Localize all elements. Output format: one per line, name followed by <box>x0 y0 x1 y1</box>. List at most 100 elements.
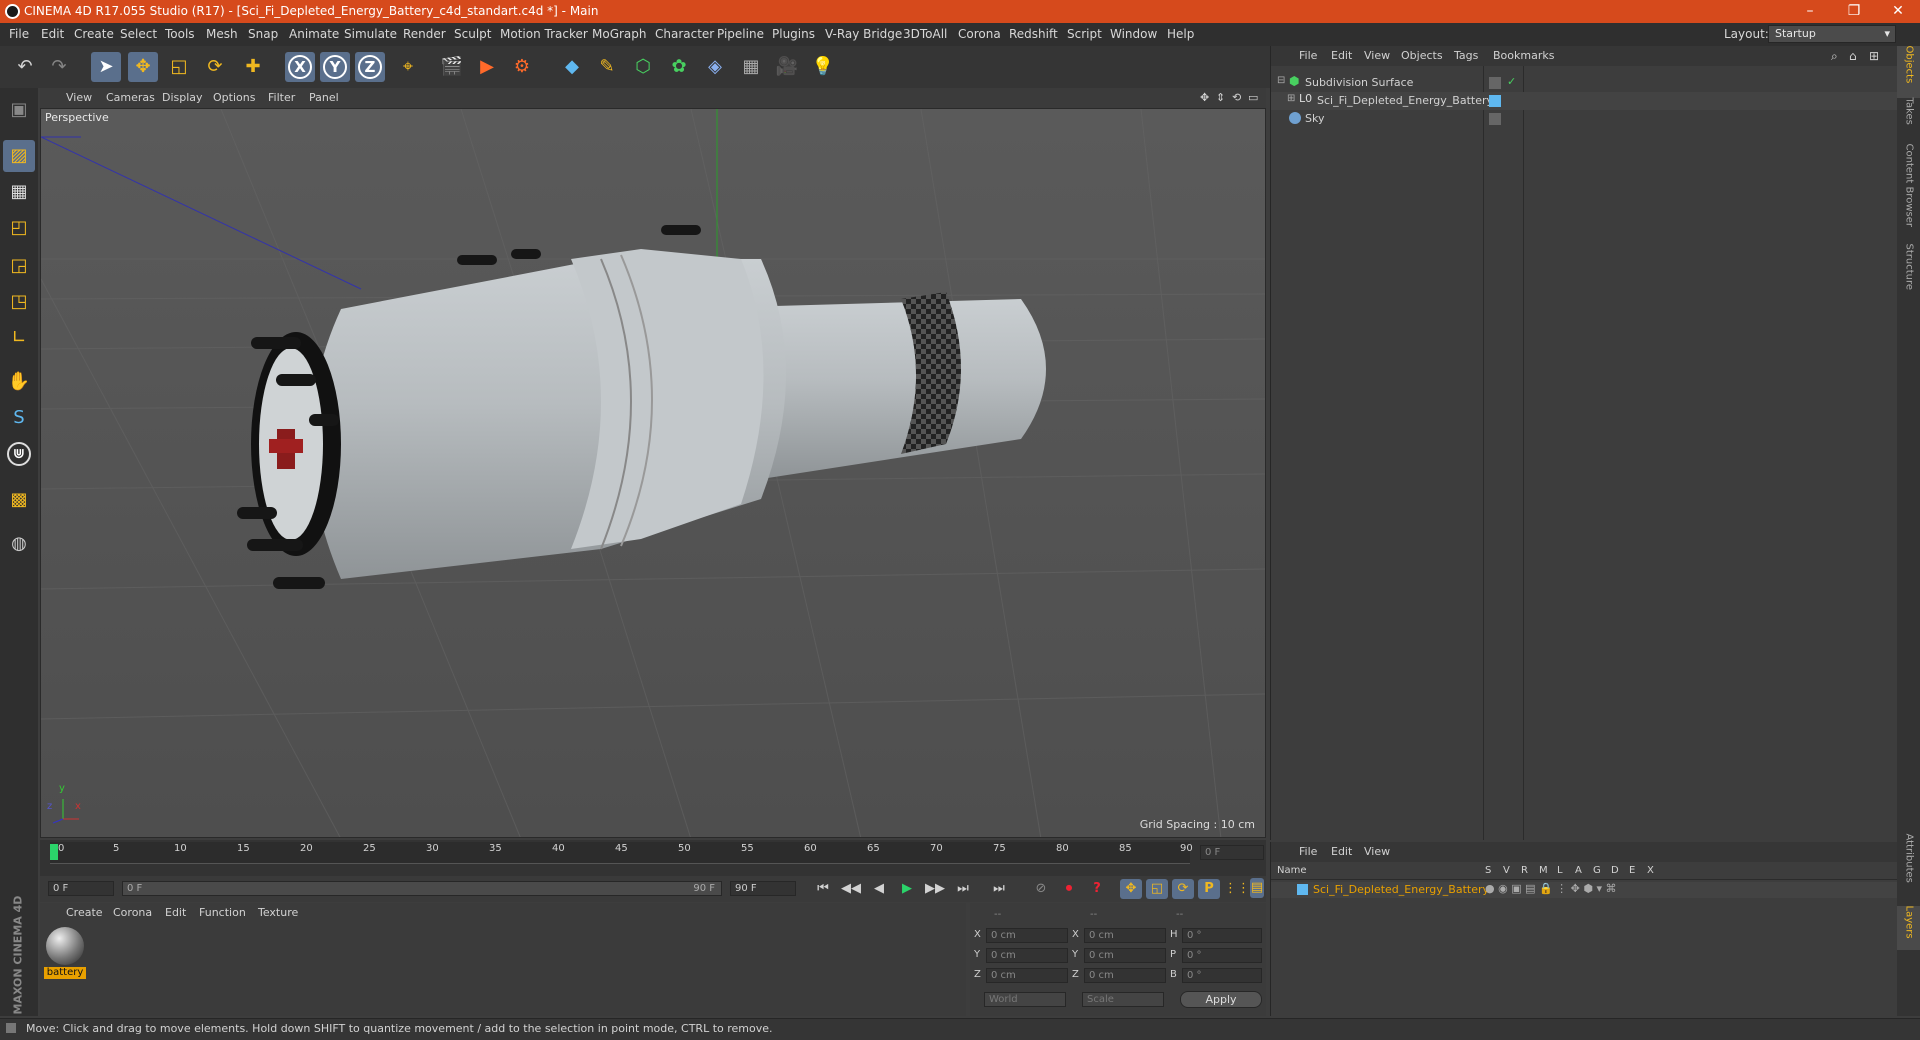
y-axis-lock-button[interactable]: Y <box>320 52 350 82</box>
layer-toggle-icons[interactable]: ● ◉ ▣ ▤ 🔒 ⋮ ✥ ⬢ ▾ ⌘ <box>1485 882 1617 895</box>
live-select-button[interactable]: ➤ <box>91 52 121 82</box>
z-axis-lock-button[interactable]: Z <box>355 52 385 82</box>
perspective-viewport[interactable]: y x z Perspective Grid Spacing : 10 cm <box>40 108 1266 838</box>
menu-select[interactable]: Select <box>120 27 157 41</box>
menu-script[interactable]: Script <box>1067 27 1102 41</box>
tab-structure[interactable]: Structure <box>1904 244 1915 300</box>
texture-mode-button[interactable]: ▦ <box>3 176 35 208</box>
playhead[interactable] <box>50 844 58 860</box>
menu-simulate[interactable]: Simulate <box>344 27 397 41</box>
expand-icon[interactable]: ⊞ <box>1287 93 1295 104</box>
material-menu-corona[interactable]: Corona <box>113 906 152 919</box>
menu-pipeline[interactable]: Pipeline <box>717 27 764 41</box>
material-menu-create[interactable]: Create <box>66 906 103 919</box>
rot-h-field[interactable]: 0 ° <box>1182 928 1262 943</box>
tab-takes[interactable]: Takes <box>1904 98 1915 142</box>
layers-menu-edit[interactable]: Edit <box>1331 845 1352 858</box>
workplane-mode-button[interactable]: ◰ <box>3 212 35 244</box>
menu-help[interactable]: Help <box>1167 27 1194 41</box>
menu-tools[interactable]: Tools <box>165 27 195 41</box>
go-to-start-button[interactable]: ⏮ <box>812 879 834 899</box>
menu-render[interactable]: Render <box>403 27 446 41</box>
tweak-mode-button[interactable]: S <box>3 402 35 434</box>
rotate-tool-button[interactable]: ⟳ <box>200 52 230 82</box>
points-mode-button[interactable]: ◲ <box>3 250 35 282</box>
next-key-button[interactable]: ⏭ <box>952 879 974 899</box>
move-tool-button[interactable]: ✥ <box>128 52 158 82</box>
rot-p-field[interactable]: 0 ° <box>1182 948 1262 963</box>
viewport-maximize-icon[interactable]: ▭ <box>1248 91 1258 104</box>
size-x-field[interactable]: 0 cm <box>1084 928 1166 943</box>
model-mode-button[interactable]: ▨ <box>3 140 35 172</box>
viewport-menu-cameras[interactable]: Cameras <box>106 91 155 104</box>
menu-3dtoall[interactable]: 3DToAll <box>903 27 947 41</box>
viewport-menu-display[interactable]: Display <box>162 91 203 104</box>
objects-menu-bookmarks[interactable]: Bookmarks <box>1493 49 1554 62</box>
previous-frame-button[interactable]: ◀ <box>868 879 890 899</box>
tab-layers[interactable]: Layers <box>1904 906 1915 950</box>
menu-plugins[interactable]: Plugins <box>772 27 815 41</box>
add-spline-pen-button[interactable]: ✎ <box>592 52 622 82</box>
menu-motion-tracker[interactable]: Motion Tracker <box>500 27 588 41</box>
tab-content-browser[interactable]: Content Browser <box>1904 144 1915 240</box>
menu-animate[interactable]: Animate <box>289 27 339 41</box>
menu-sculpt[interactable]: Sculpt <box>454 27 491 41</box>
object-row-battery[interactable]: ⊞ L0 Sci_Fi_Depleted_Energy_Battery <box>1271 92 1897 110</box>
menu-mograph[interactable]: MoGraph <box>592 27 647 41</box>
menu-window[interactable]: Window <box>1110 27 1157 41</box>
object-row-subdivision[interactable]: ⊟ ⬢ Subdivision Surface ✓ <box>1271 74 1897 92</box>
record-active-objects-button[interactable]: ⏺ <box>1058 879 1080 899</box>
layer-color-swatch[interactable] <box>1297 884 1308 895</box>
objects-menu-edit[interactable]: Edit <box>1331 49 1352 62</box>
close-button[interactable]: ✕ <box>1876 0 1920 23</box>
layer-row[interactable]: Sci_Fi_Depleted_Energy_Battery ● ◉ ▣ ▤ 🔒… <box>1271 882 1897 898</box>
size-y-field[interactable]: 0 cm <box>1084 948 1166 963</box>
layers-menu-view[interactable]: View <box>1364 845 1390 858</box>
key-rotation-button[interactable]: ⟳ <box>1172 879 1194 899</box>
start-frame-field[interactable]: 0 F <box>48 881 114 896</box>
viewport-zoom-icon[interactable]: ⇕ <box>1216 91 1225 104</box>
collapse-icon[interactable]: ⊟ <box>1277 75 1285 86</box>
pos-z-field[interactable]: 0 cm <box>986 968 1068 983</box>
add-cube-button[interactable]: ◆ <box>557 52 587 82</box>
home-icon[interactable]: ⌂ <box>1849 49 1857 63</box>
solo-button[interactable]: ⋓ <box>3 438 35 470</box>
menu-create[interactable]: Create <box>74 27 114 41</box>
objects-menu-tags[interactable]: Tags <box>1454 49 1478 62</box>
object-row-sky[interactable]: Sky <box>1271 110 1897 128</box>
scale-tool-button[interactable]: ◱ <box>164 52 194 82</box>
minimize-button[interactable]: – <box>1788 0 1832 23</box>
snap-button[interactable]: ▩ <box>3 484 35 516</box>
apply-button[interactable]: Apply <box>1180 991 1262 1008</box>
x-axis-lock-button[interactable]: X <box>285 52 315 82</box>
lock-workplane-button[interactable]: ◍ <box>3 528 35 560</box>
viewport-menu-filter[interactable]: Filter <box>268 91 295 104</box>
record-disabled-button[interactable]: ⊘ <box>1030 879 1052 899</box>
render-view-button[interactable]: 🎬 <box>437 52 467 82</box>
search-icon[interactable]: ⌕ <box>1831 49 1838 64</box>
material-menu-edit[interactable]: Edit <box>165 906 186 919</box>
add-camera-button[interactable]: 🎥 <box>772 52 802 82</box>
next-frame-button[interactable]: ▶▶ <box>924 879 946 899</box>
coord-mode-select[interactable]: World <box>984 992 1066 1007</box>
axis-mode-button[interactable]: ✋ <box>3 366 35 398</box>
menu-corona[interactable]: Corona <box>958 27 1001 41</box>
objects-menu-objects[interactable]: Objects <box>1401 49 1443 62</box>
play-button[interactable]: ▶ <box>896 879 918 899</box>
key-parameter-button[interactable]: P <box>1198 879 1220 899</box>
end-frame-field[interactable]: 90 F <box>730 881 796 896</box>
go-to-end-button[interactable]: ⏭ <box>988 879 1010 899</box>
size-z-field[interactable]: 0 cm <box>1084 968 1166 983</box>
menu-character[interactable]: Character <box>655 27 714 41</box>
menu-file[interactable]: File <box>9 27 29 41</box>
menu-vray-bridge[interactable]: V-Ray Bridge <box>825 27 902 41</box>
viewport-menu-view[interactable]: View <box>66 91 92 104</box>
undo-button[interactable]: ↶ <box>10 52 40 82</box>
render-to-picture-viewer-button[interactable]: ▶ <box>472 52 502 82</box>
coordinate-system-button[interactable]: ⌖ <box>393 52 423 82</box>
recent-tool-button[interactable]: ✚ <box>238 52 268 82</box>
layers-menu-file[interactable]: File <box>1299 845 1317 858</box>
add-mograph-button[interactable]: ✿ <box>664 52 694 82</box>
viewport-move-icon[interactable]: ✥ <box>1200 91 1209 104</box>
key-scale-button[interactable]: ◱ <box>1146 879 1168 899</box>
